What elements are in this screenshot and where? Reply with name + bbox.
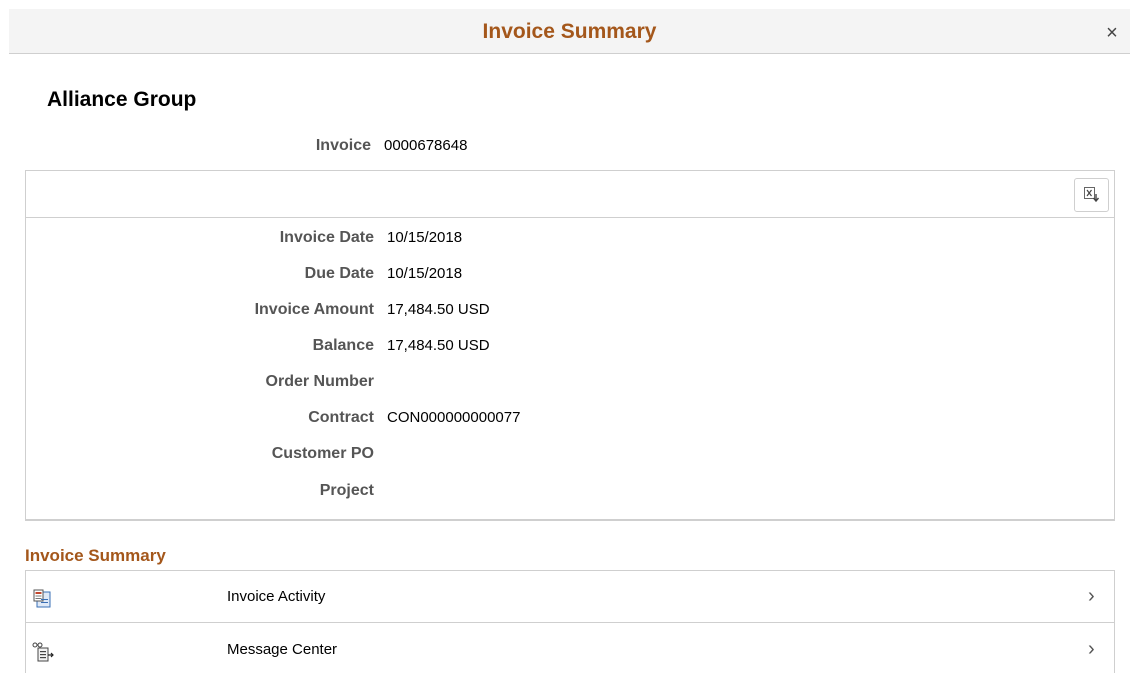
list-item-invoice-activity[interactable]: Invoice Activity › <box>26 571 1114 623</box>
list-item-label: Message Center <box>227 641 338 658</box>
details-toolbar <box>26 171 1114 218</box>
balance-value: 17,484.50 USD <box>387 337 490 354</box>
invoice-amount-label: Invoice Amount <box>254 301 374 318</box>
excel-export-icon <box>1084 187 1100 203</box>
due-date-label: Due Date <box>304 265 374 282</box>
invoice-activity-icon <box>33 589 51 608</box>
chevron-right-icon: › <box>1088 585 1095 607</box>
invoice-date-value: 10/15/2018 <box>387 229 463 246</box>
chevron-right-icon: › <box>1088 638 1095 660</box>
invoice-date-label: Invoice Date <box>279 229 374 246</box>
contract-label: Contract <box>308 409 374 426</box>
modal-header: Invoice Summary × <box>9 9 1130 54</box>
list-item-message-center[interactable]: Message Center › <box>26 624 1114 673</box>
invoice-label: Invoice <box>315 137 371 154</box>
customer-name: Alliance Group <box>47 88 197 111</box>
message-center-icon <box>32 642 54 662</box>
list-item-label: Invoice Activity <box>227 588 326 605</box>
invoice-summary-page: Invoice Summary × Alliance Group Invoice… <box>0 0 1130 673</box>
order-number-label: Order Number <box>265 373 374 390</box>
due-date-value: 10/15/2018 <box>387 265 463 282</box>
section-title: Invoice Summary <box>25 546 166 565</box>
invoice-value: 0000678648 <box>384 137 468 154</box>
project-label: Project <box>319 482 374 499</box>
close-button[interactable]: × <box>1101 22 1123 44</box>
summary-list: Invoice Activity › Message Center › <box>25 570 1115 673</box>
page-title: Invoice Summary <box>482 20 657 43</box>
invoice-amount-value: 17,484.50 USD <box>387 301 490 318</box>
close-icon: × <box>1106 22 1118 44</box>
customer-po-label: Customer PO <box>271 445 374 462</box>
export-to-excel-button[interactable] <box>1074 178 1109 212</box>
balance-label: Balance <box>312 337 374 354</box>
contract-value: CON000000000077 <box>387 409 521 426</box>
